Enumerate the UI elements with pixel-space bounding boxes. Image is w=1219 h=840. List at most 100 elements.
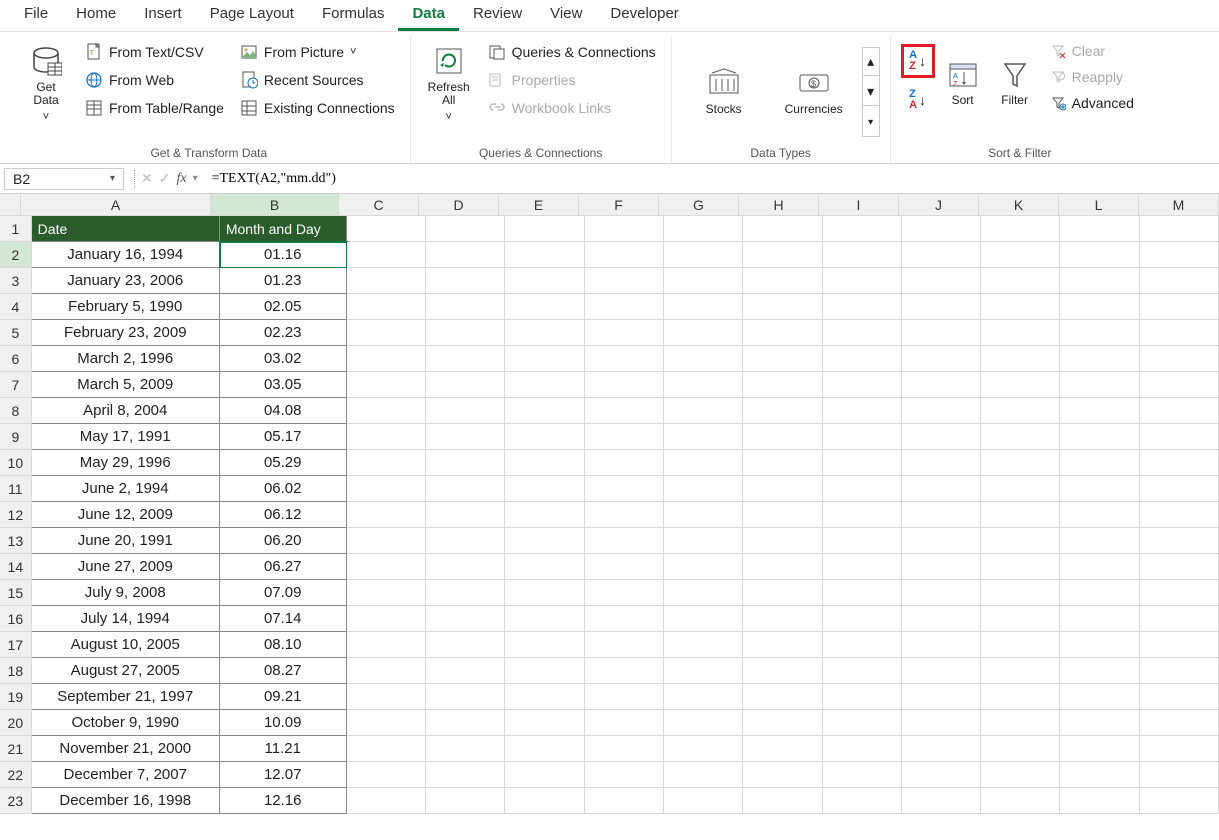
cell-E13[interactable] — [505, 528, 584, 554]
cell-H14[interactable] — [743, 554, 822, 580]
cell-E10[interactable] — [505, 450, 584, 476]
column-header-C[interactable]: C — [339, 194, 419, 216]
cell-H4[interactable] — [743, 294, 822, 320]
cell-E21[interactable] — [505, 736, 584, 762]
cell-G8[interactable] — [664, 398, 743, 424]
cell-B22[interactable]: 12.07 — [220, 762, 347, 788]
cell-H9[interactable] — [743, 424, 822, 450]
tab-developer[interactable]: Developer — [596, 0, 692, 31]
cell-H8[interactable] — [743, 398, 822, 424]
cell-G2[interactable] — [664, 242, 743, 268]
cell-G10[interactable] — [664, 450, 743, 476]
cell-M20[interactable] — [1140, 710, 1219, 736]
cell-I7[interactable] — [823, 372, 902, 398]
cell-K17[interactable] — [981, 632, 1060, 658]
cell-H23[interactable] — [743, 788, 822, 814]
cell-I5[interactable] — [823, 320, 902, 346]
cell-C22[interactable] — [347, 762, 426, 788]
cell-C18[interactable] — [347, 658, 426, 684]
cell-D21[interactable] — [426, 736, 505, 762]
cell-M6[interactable] — [1140, 346, 1219, 372]
from-table-range-button[interactable]: From Table/Range — [80, 96, 229, 120]
select-all-corner[interactable] — [0, 194, 21, 216]
row-header-7[interactable]: 7 — [0, 372, 32, 398]
cell-F4[interactable] — [585, 294, 664, 320]
cell-F1[interactable] — [585, 216, 664, 242]
cell-E11[interactable] — [505, 476, 584, 502]
cell-J13[interactable] — [902, 528, 981, 554]
cell-E2[interactable] — [505, 242, 584, 268]
row-header-14[interactable]: 14 — [0, 554, 32, 580]
cell-I3[interactable] — [823, 268, 902, 294]
cell-L14[interactable] — [1060, 554, 1139, 580]
cell-M18[interactable] — [1140, 658, 1219, 684]
cell-D14[interactable] — [426, 554, 505, 580]
cell-E15[interactable] — [505, 580, 584, 606]
cell-F19[interactable] — [585, 684, 664, 710]
cell-H21[interactable] — [743, 736, 822, 762]
tab-review[interactable]: Review — [459, 0, 536, 31]
cell-F11[interactable] — [585, 476, 664, 502]
cell-I15[interactable] — [823, 580, 902, 606]
sort-desc-button[interactable]: ZA↓ — [904, 86, 932, 114]
from-web-button[interactable]: From Web — [80, 68, 229, 92]
cell-H11[interactable] — [743, 476, 822, 502]
cell-H5[interactable] — [743, 320, 822, 346]
cell-G22[interactable] — [664, 762, 743, 788]
cell-C20[interactable] — [347, 710, 426, 736]
cell-I2[interactable] — [823, 242, 902, 268]
cell-B15[interactable]: 07.09 — [220, 580, 347, 606]
cell-D23[interactable] — [426, 788, 505, 814]
cell-E14[interactable] — [505, 554, 584, 580]
row-header-4[interactable]: 4 — [0, 294, 32, 320]
cell-K13[interactable] — [981, 528, 1060, 554]
row-header-3[interactable]: 3 — [0, 268, 32, 294]
cell-L1[interactable] — [1060, 216, 1139, 242]
existing-connections-button[interactable]: Existing Connections — [235, 96, 400, 120]
cell-I1[interactable] — [823, 216, 902, 242]
cell-M16[interactable] — [1140, 606, 1219, 632]
cell-A20[interactable]: October 9, 1990 — [32, 710, 220, 736]
cell-B14[interactable]: 06.27 — [220, 554, 347, 580]
cell-F17[interactable] — [585, 632, 664, 658]
cell-G3[interactable] — [664, 268, 743, 294]
cell-C17[interactable] — [347, 632, 426, 658]
cell-A10[interactable]: May 29, 1996 — [32, 450, 220, 476]
cell-D12[interactable] — [426, 502, 505, 528]
row-header-9[interactable]: 9 — [0, 424, 32, 450]
cell-J7[interactable] — [902, 372, 981, 398]
cell-H7[interactable] — [743, 372, 822, 398]
row-header-15[interactable]: 15 — [0, 580, 32, 606]
cell-B21[interactable]: 11.21 — [220, 736, 347, 762]
tab-data[interactable]: Data — [398, 0, 459, 31]
cell-L19[interactable] — [1060, 684, 1139, 710]
cell-H18[interactable] — [743, 658, 822, 684]
cell-K20[interactable] — [981, 710, 1060, 736]
cell-D6[interactable] — [426, 346, 505, 372]
column-header-K[interactable]: K — [979, 194, 1059, 216]
currencies-button[interactable]: $ Currencies — [772, 48, 856, 136]
row-header-5[interactable]: 5 — [0, 320, 32, 346]
cell-C2[interactable] — [347, 242, 426, 268]
cell-L20[interactable] — [1060, 710, 1139, 736]
cell-E17[interactable] — [505, 632, 584, 658]
cell-L12[interactable] — [1060, 502, 1139, 528]
cell-D9[interactable] — [426, 424, 505, 450]
from-picture-button[interactable]: From Picture — [235, 40, 400, 64]
cell-D13[interactable] — [426, 528, 505, 554]
cell-J10[interactable] — [902, 450, 981, 476]
cell-C6[interactable] — [347, 346, 426, 372]
cell-K14[interactable] — [981, 554, 1060, 580]
cell-A6[interactable]: March 2, 1996 — [32, 346, 220, 372]
cell-B3[interactable]: 01.23 — [220, 268, 347, 294]
cell-A14[interactable]: June 27, 2009 — [32, 554, 220, 580]
cell-A18[interactable]: August 27, 2005 — [32, 658, 220, 684]
cell-J9[interactable] — [902, 424, 981, 450]
cell-L21[interactable] — [1060, 736, 1139, 762]
cell-K4[interactable] — [981, 294, 1060, 320]
cell-G15[interactable] — [664, 580, 743, 606]
cell-C5[interactable] — [347, 320, 426, 346]
cell-L17[interactable] — [1060, 632, 1139, 658]
row-header-1[interactable]: 1 — [0, 216, 32, 242]
cell-J12[interactable] — [902, 502, 981, 528]
